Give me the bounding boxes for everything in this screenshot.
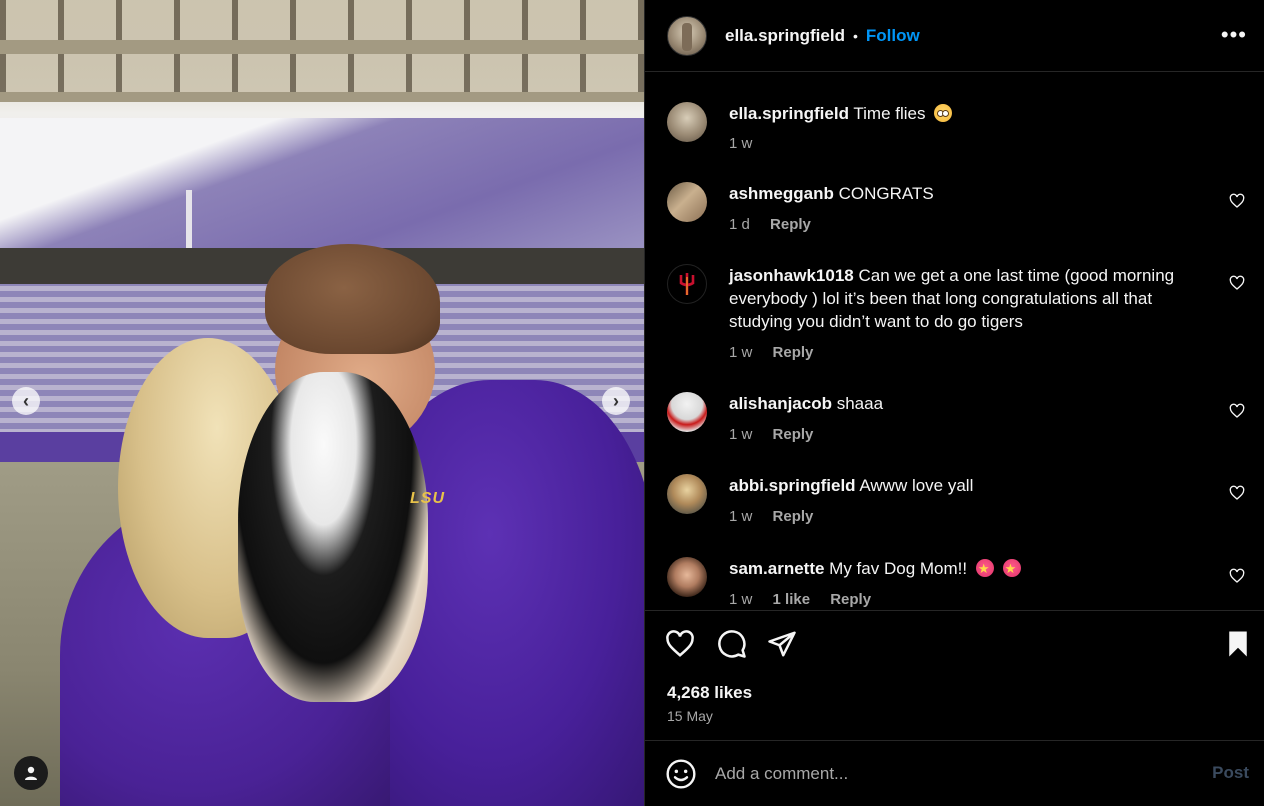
pitchfork-logo-icon	[679, 273, 695, 295]
comment-meta: 1 w Reply	[729, 344, 829, 361]
stadium-beam	[0, 92, 644, 102]
separator-dot: •	[852, 27, 858, 44]
user-tag-icon[interactable]	[14, 756, 48, 790]
avatar[interactable]	[667, 264, 707, 304]
comment-meta: 1 w Reply	[729, 508, 829, 525]
avatar[interactable]	[667, 474, 707, 514]
man-hair	[265, 244, 440, 354]
heart-icon[interactable]	[1229, 403, 1245, 419]
reply-button[interactable]: Reply	[770, 216, 811, 233]
comment-text: My fav Dog Mom!!	[829, 559, 968, 578]
comment-text: Time flies	[853, 104, 926, 123]
comment-meta: 1 w Reply	[729, 426, 829, 443]
author-username[interactable]: ella.springfield	[725, 26, 845, 46]
comment-time[interactable]: 1 w	[729, 344, 752, 361]
star-struck-emoji-icon	[1002, 558, 1021, 581]
comment-body: alishanjacob shaaa	[729, 392, 1199, 415]
avatar[interactable]	[667, 557, 707, 597]
comment-time[interactable]: 1 w	[729, 508, 752, 525]
comment-username[interactable]: alishanjacob	[729, 394, 832, 413]
comment-time[interactable]: 1 w	[729, 591, 752, 608]
comments-list[interactable]: ella.springfield Time flies 1 w ashmegga…	[645, 72, 1264, 610]
post-button[interactable]: Post	[1212, 763, 1249, 783]
stadium-beam	[0, 40, 644, 54]
heart-icon[interactable]	[1229, 275, 1245, 291]
avatar[interactable]	[667, 15, 707, 56]
heart-icon[interactable]	[1229, 568, 1245, 584]
comment-username[interactable]: ashmegganb	[729, 184, 834, 203]
post-side-panel: ella.springfield • Follow ••• ella.sprin…	[644, 0, 1264, 806]
avatar[interactable]	[667, 392, 707, 432]
avatar[interactable]	[667, 182, 707, 222]
smiley-icon[interactable]	[665, 758, 697, 790]
chevron-right-icon[interactable]: ›	[602, 387, 630, 415]
comment-username[interactable]: sam.arnette	[729, 559, 824, 578]
comment-body: ashmegganb CONGRATS	[729, 182, 1199, 205]
post-photo[interactable]: LSU ‹ ›	[0, 0, 644, 806]
comment-body: abbi.springfield Awww love yall	[729, 474, 1199, 497]
comment-time[interactable]: 1 w	[729, 135, 752, 152]
avatar[interactable]	[667, 102, 707, 142]
comment-bubble-icon[interactable]	[717, 629, 747, 659]
likes-count[interactable]: 4,268 likes	[667, 683, 752, 703]
comment-body: jasonhawk1018 Can we get a one last time…	[729, 264, 1199, 333]
comment-username[interactable]: jasonhawk1018	[729, 266, 854, 285]
star-struck-emoji-icon	[975, 558, 994, 581]
comment-text: Awww love yall	[859, 476, 974, 495]
reply-button[interactable]: Reply	[830, 591, 871, 608]
comment-text: shaaa	[836, 394, 884, 413]
comment-body: ella.springfield Time flies	[729, 102, 1199, 125]
comment-meta: 1 w	[729, 135, 768, 152]
comment-meta: 1 d Reply	[729, 216, 827, 233]
stadium-seats-upper	[0, 118, 644, 248]
comment-likes[interactable]: 1 like	[773, 591, 811, 608]
comment-text: CONGRATS	[838, 184, 934, 203]
reply-button[interactable]: Reply	[773, 426, 814, 443]
comment-username[interactable]: abbi.springfield	[729, 476, 856, 495]
heart-icon[interactable]	[665, 629, 695, 659]
action-bar: 4,268 likes 15 May	[645, 610, 1264, 740]
heart-icon[interactable]	[1229, 193, 1245, 209]
comment-body: sam.arnette My fav Dog Mom!!	[729, 557, 1199, 581]
comment-meta: 1 w 1 like Reply	[729, 591, 887, 608]
dog	[238, 372, 428, 702]
follow-button[interactable]: Follow	[866, 26, 920, 46]
heart-icon[interactable]	[1229, 485, 1245, 501]
comment-composer: Post	[645, 740, 1264, 806]
paper-plane-icon[interactable]	[767, 629, 797, 659]
pleading-face-emoji-icon	[934, 104, 953, 122]
gown-logo: LSU	[410, 490, 445, 507]
post-header: ella.springfield • Follow •••	[645, 0, 1264, 72]
post-date[interactable]: 15 May	[667, 708, 713, 724]
bookmark-icon[interactable]	[1223, 629, 1253, 659]
comment-username[interactable]: ella.springfield	[729, 104, 849, 123]
reply-button[interactable]: Reply	[773, 508, 814, 525]
comment-input[interactable]	[715, 761, 1175, 787]
reply-button[interactable]: Reply	[773, 344, 814, 361]
comment-time[interactable]: 1 w	[729, 426, 752, 443]
chevron-left-icon[interactable]: ‹	[12, 387, 40, 415]
comment-time[interactable]: 1 d	[729, 216, 750, 233]
more-options-icon[interactable]: •••	[1221, 22, 1247, 48]
